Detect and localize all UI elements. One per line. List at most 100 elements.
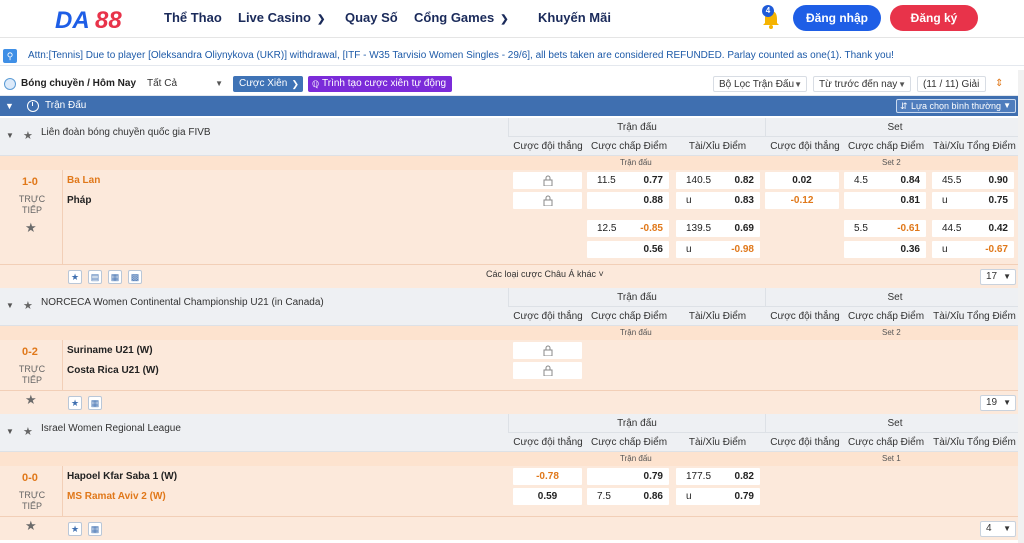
bet-count-select[interactable]: 17 ▼ bbox=[980, 269, 1016, 285]
notification-bell[interactable]: 4 bbox=[760, 5, 782, 31]
register-button[interactable]: Đăng ký bbox=[890, 5, 978, 31]
league-count-select[interactable]: (11 / 11) Giải bbox=[917, 76, 986, 92]
period-row: Trận đấu Set 2 bbox=[0, 156, 1024, 170]
more-bets-link[interactable]: Các loại cược Châu Á khác ˅ bbox=[486, 265, 604, 283]
star-icon[interactable]: ★ bbox=[25, 220, 37, 236]
col-set-handicap: Cược chấp Điểm bbox=[847, 141, 925, 152]
chevron-down-icon: ▼ bbox=[898, 80, 906, 89]
star-icon[interactable]: ★ bbox=[23, 129, 33, 142]
nav-the-thao[interactable]: Thể Thao bbox=[164, 0, 222, 38]
star-icon[interactable]: ★ bbox=[25, 392, 37, 408]
odds-cell[interactable]: 177.5 0.82 bbox=[676, 468, 760, 485]
odds-value: 0.79 bbox=[643, 471, 663, 482]
button-label: Trình tạo cược xiên tự động bbox=[322, 78, 447, 89]
chevron-down-icon: ▼ bbox=[1003, 101, 1011, 110]
col-winner: Cược đội thắng bbox=[513, 311, 583, 322]
col-set-ou-total: Tài/Xỉu Tổng Điểm bbox=[933, 141, 1016, 152]
star-icon[interactable]: ★ bbox=[23, 299, 33, 312]
favorite-icon[interactable]: ★ bbox=[68, 522, 82, 536]
odds-cell[interactable]: 12.5 -0.85 bbox=[587, 220, 669, 237]
login-button[interactable]: Đăng nhập bbox=[793, 5, 881, 31]
chevron-down-icon: ❯ bbox=[500, 14, 509, 25]
odds-value: -0.12 bbox=[790, 195, 814, 206]
odds-cell[interactable]: 0.79 bbox=[587, 468, 669, 485]
odds-cell[interactable]: u -0.67 bbox=[932, 241, 1014, 258]
chevron-down-icon: ▼ bbox=[1003, 398, 1011, 407]
search-icon[interactable]: ⚲ bbox=[3, 49, 17, 63]
odds-cell[interactable]: 11.5 0.77 bbox=[587, 172, 669, 189]
announcement-text: Attn:[Tennis] Due to player [Oleksandra … bbox=[28, 50, 894, 61]
bet-count-select[interactable]: 19 ▼ bbox=[980, 395, 1016, 411]
scoreboard-icon[interactable]: ▤ bbox=[88, 270, 102, 284]
nav-quay-so[interactable]: Quay Số bbox=[345, 0, 398, 38]
odds-cell[interactable]: 44.5 0.42 bbox=[932, 220, 1014, 237]
odds-cell[interactable]: 0.56 bbox=[587, 241, 669, 258]
display-option-select[interactable]: ⇵ Lựa chọn bình thường ▼ bbox=[896, 99, 1016, 113]
collapse-icon[interactable]: ▼ bbox=[6, 131, 14, 140]
sort-toggle[interactable]: ⇕ bbox=[990, 76, 1016, 92]
odds-cell[interactable]: 0.81 bbox=[844, 192, 926, 209]
star-icon[interactable]: ★ bbox=[23, 425, 33, 438]
combo-bet-button[interactable]: Cược Xiên ❯ bbox=[233, 76, 303, 92]
odds-line: 7.5 bbox=[597, 491, 611, 502]
odds-cell[interactable]: 4.5 0.84 bbox=[844, 172, 926, 189]
col-set-handicap: Cược chấp Điểm bbox=[847, 437, 925, 448]
odds-cell[interactable]: 7.5 0.86 bbox=[587, 488, 669, 505]
period-label: Trận đấu bbox=[620, 454, 652, 463]
star-icon[interactable]: ★ bbox=[25, 518, 37, 534]
collapse-icon[interactable]: ▼ bbox=[5, 96, 14, 116]
match-filter-select[interactable]: Bộ Lọc Trận Đấu ▼ bbox=[713, 76, 807, 92]
odds-locked bbox=[513, 172, 582, 189]
odds-value: 0.56 bbox=[643, 244, 663, 255]
auto-combo-button[interactable]: ℚ Trình tạo cược xiên tự động bbox=[308, 76, 452, 92]
sort-select[interactable]: Từ trước đến nay ▼ bbox=[813, 76, 911, 92]
odds-cell[interactable]: u 0.83 bbox=[676, 192, 760, 209]
chevron-down-icon: ❯ bbox=[316, 14, 326, 25]
favorite-icon[interactable]: ★ bbox=[68, 270, 82, 284]
bet-count-select[interactable]: 4 ▼ bbox=[980, 521, 1016, 537]
live-label: TRỰC TIẾP bbox=[18, 194, 46, 215]
odds-line: u bbox=[686, 491, 692, 502]
odds-cell[interactable]: -0.78 bbox=[513, 468, 582, 485]
odds-cell[interactable]: 5.5 -0.61 bbox=[844, 220, 926, 237]
odds-line: 140.5 bbox=[686, 175, 712, 186]
odds-line: 12.5 bbox=[597, 223, 617, 234]
away-team: Pháp bbox=[67, 195, 92, 206]
home-team: Ba Lan bbox=[67, 175, 101, 186]
calendar-icon[interactable]: ▦ bbox=[88, 396, 102, 410]
brand-logo[interactable]: DA 88 bbox=[55, 6, 145, 32]
calendar-icon[interactable]: ▦ bbox=[88, 522, 102, 536]
all-select[interactable]: Tất Cả ▼ bbox=[142, 76, 227, 92]
lock-icon bbox=[543, 345, 553, 356]
league-block: ▼ ★ NORCECA Women Continental Championsh… bbox=[0, 288, 1024, 415]
select-label: Bộ Lọc Trận Đấu bbox=[719, 79, 795, 90]
sort-icon: ⇵ bbox=[900, 101, 908, 111]
calendar-icon[interactable]: ▦ bbox=[108, 270, 122, 284]
col-over-under: Tài/Xỉu Điểm bbox=[688, 311, 747, 322]
odds-cell[interactable]: u -0.98 bbox=[676, 241, 760, 258]
period-label: Set 2 bbox=[882, 328, 901, 337]
odds-cell[interactable]: 0.59 bbox=[513, 488, 582, 505]
odds-cell[interactable]: 0.88 bbox=[587, 192, 669, 209]
scrollbar[interactable] bbox=[1018, 70, 1024, 543]
odds-cell[interactable]: u 0.75 bbox=[932, 192, 1014, 209]
collapse-icon[interactable]: ▼ bbox=[6, 301, 14, 310]
odds-value: 0.69 bbox=[734, 223, 754, 234]
odds-cell[interactable]: 139.5 0.69 bbox=[676, 220, 760, 237]
favorite-icon[interactable]: ★ bbox=[68, 396, 82, 410]
stats-icon[interactable]: ▩ bbox=[128, 270, 142, 284]
odds-cell[interactable]: 45.5 0.90 bbox=[932, 172, 1014, 189]
nav-live-casino[interactable]: Live Casino ❯ bbox=[238, 0, 325, 38]
match-score: 0-2 bbox=[22, 346, 38, 358]
nav-khuyen-mai[interactable]: Khuyến Mãi bbox=[538, 0, 611, 38]
chevron-down-icon: ▼ bbox=[215, 79, 223, 88]
home-team: Suriname U21 (W) bbox=[67, 345, 153, 356]
odds-cell[interactable]: u 0.79 bbox=[676, 488, 760, 505]
collapse-icon[interactable]: ▼ bbox=[6, 427, 14, 436]
odds-cell[interactable]: 0.36 bbox=[844, 241, 926, 258]
svg-text:88: 88 bbox=[95, 7, 122, 32]
odds-cell[interactable]: -0.12 bbox=[765, 192, 839, 209]
odds-cell[interactable]: 0.02 bbox=[765, 172, 839, 189]
odds-cell[interactable]: 140.5 0.82 bbox=[676, 172, 760, 189]
nav-cong-games[interactable]: Cổng Games ❯ bbox=[414, 0, 509, 38]
